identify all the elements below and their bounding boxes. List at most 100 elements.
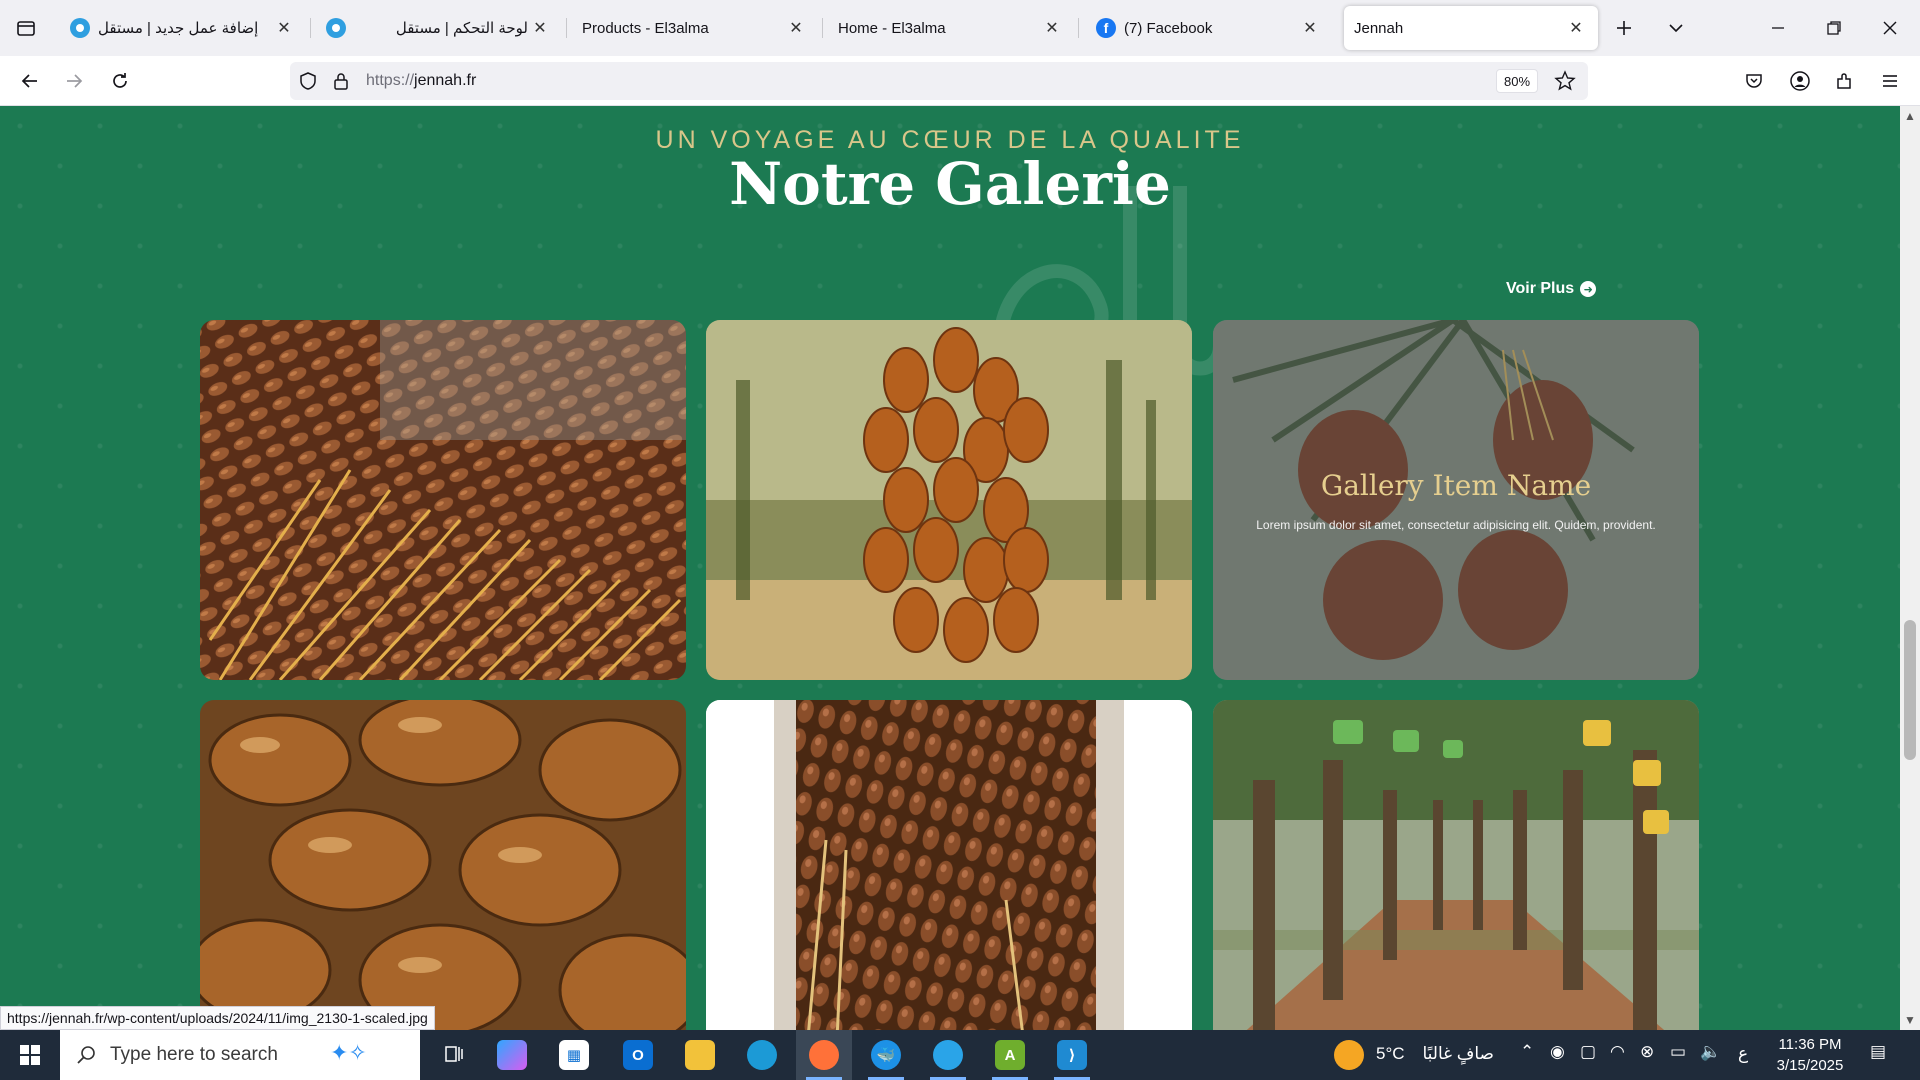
- tab-title: Products - El3alma: [582, 19, 709, 37]
- pocket-icon[interactable]: [1736, 63, 1772, 99]
- chevron-up-icon[interactable]: ⌃: [1520, 1042, 1534, 1062]
- windows-taskbar: Type here to search ✦✧ ▦ O 🐳 A ⟩ 5°C صاف…: [0, 1030, 1920, 1080]
- clock-date: 3/15/2025: [1776, 1057, 1844, 1074]
- chevron-down-icon[interactable]: [1648, 0, 1704, 56]
- tab-separator: [310, 18, 311, 38]
- scroll-up-icon[interactable]: ▲: [1900, 106, 1920, 126]
- arrow-right-circle-icon: ➜: [1580, 281, 1597, 297]
- tab-list-icon[interactable]: [0, 0, 52, 56]
- navigation-toolbar: https://jennah.fr 80%: [0, 56, 1920, 106]
- dates-closeup-photo: [200, 700, 686, 1030]
- tab-separator: [1078, 18, 1079, 38]
- tab-strip: إضافة عمل جديد | مستقل ✕ لوحة التحكم | م…: [0, 0, 1920, 56]
- tab-title: (7) Facebook: [1124, 19, 1213, 37]
- close-icon[interactable]: ✕: [1298, 16, 1322, 40]
- weather-temp[interactable]: 5°C: [1376, 1044, 1405, 1064]
- wifi-icon[interactable]: ◠: [1610, 1042, 1625, 1062]
- mostaql-icon: [326, 18, 346, 38]
- shield-icon[interactable]: [298, 71, 318, 96]
- tab-mostaql-dashboard[interactable]: لوحة التحكم | مستقل ✕: [316, 6, 562, 50]
- facebook-icon: f: [1096, 18, 1116, 38]
- tab-title: Home - El3alma: [838, 19, 946, 37]
- voir-plus-label: Voir Plus: [1506, 280, 1575, 297]
- menu-icon[interactable]: [1872, 63, 1908, 99]
- clock-time: 11:36 PM: [1778, 1036, 1842, 1053]
- gallery-item-hovered[interactable]: Gallery Item Name Lorem ipsum dolor sit …: [1213, 320, 1699, 680]
- firefox-icon[interactable]: [796, 1030, 852, 1080]
- tab-title: Jennah: [1354, 19, 1404, 37]
- url-host: jennah.fr: [414, 72, 477, 89]
- volume-icon[interactable]: 🔈: [1700, 1042, 1721, 1062]
- outlook-icon[interactable]: O: [610, 1030, 666, 1080]
- taskbar-clock[interactable]: 11:36 PM 3/15/2025: [1760, 1034, 1860, 1076]
- copilot-sparkle-icon: ✦✧: [330, 1040, 367, 1065]
- gallery-section: UN VOYAGE AU CŒUR DE LA QUALITE Notre Ga…: [0, 106, 1900, 1030]
- zoom-level-badge[interactable]: 80%: [1496, 69, 1539, 93]
- app-green-icon[interactable]: A: [982, 1030, 1038, 1080]
- microsoft-store-icon[interactable]: ▦: [546, 1030, 602, 1080]
- section-title: Notre Galerie: [729, 150, 1171, 218]
- account-icon[interactable]: [1782, 63, 1818, 99]
- url-scheme: https://: [366, 72, 415, 89]
- lock-icon[interactable]: [332, 71, 350, 96]
- address-bar[interactable]: https://jennah.fr 80%: [290, 62, 1588, 100]
- weather-text[interactable]: صافٍ غالبًا: [1414, 1044, 1494, 1064]
- close-icon[interactable]: ✕: [1564, 16, 1588, 40]
- gallery-item[interactable]: [706, 700, 1192, 1030]
- tab-jennah[interactable]: Jennah ✕: [1344, 6, 1598, 50]
- input-language[interactable]: ع: [1738, 1044, 1748, 1064]
- edge-icon[interactable]: [734, 1030, 790, 1080]
- close-icon[interactable]: ✕: [272, 16, 296, 40]
- docker-icon[interactable]: 🐳: [858, 1030, 914, 1080]
- mostaql-icon: [70, 18, 90, 38]
- page-scrollbar[interactable]: ▲ ▼: [1900, 106, 1920, 1030]
- restore-icon[interactable]: [1806, 0, 1862, 56]
- tab-home[interactable]: Home - El3alma ✕: [828, 6, 1074, 50]
- tab-products[interactable]: Products - El3alma ✕: [572, 6, 818, 50]
- search-placeholder: Type here to search: [110, 1044, 278, 1065]
- back-icon[interactable]: [12, 63, 48, 99]
- gallery-item-overlay: Gallery Item Name Lorem ipsum dolor sit …: [1213, 320, 1699, 680]
- gallery-item[interactable]: [200, 320, 686, 680]
- network-error-icon[interactable]: ⊗: [1640, 1042, 1654, 1062]
- windows-start-icon[interactable]: [0, 1030, 60, 1080]
- gallery-item-name: Gallery Item Name: [1320, 468, 1592, 502]
- app-blue-icon[interactable]: [920, 1030, 976, 1080]
- new-tab-icon[interactable]: [1596, 0, 1652, 56]
- link-status-bar: https://jennah.fr/wp-content/uploads/202…: [0, 1006, 435, 1030]
- url-text[interactable]: https://jennah.fr: [366, 72, 476, 90]
- task-view-icon[interactable]: [426, 1030, 482, 1080]
- tab-separator: [822, 18, 823, 38]
- close-icon[interactable]: ✕: [528, 16, 552, 40]
- battery-icon[interactable]: ▭: [1670, 1042, 1686, 1062]
- dates-box-photo: [706, 700, 1192, 1030]
- gallery-item[interactable]: [200, 700, 686, 1030]
- bookmark-star-icon[interactable]: [1554, 70, 1576, 97]
- scroll-thumb[interactable]: [1904, 620, 1916, 760]
- extensions-icon[interactable]: [1826, 63, 1862, 99]
- close-icon[interactable]: ✕: [1040, 16, 1064, 40]
- gallery-item[interactable]: [706, 320, 1192, 680]
- scroll-down-icon[interactable]: ▼: [1900, 1010, 1920, 1030]
- forward-icon[interactable]: [56, 63, 92, 99]
- tab-title: إضافة عمل جديد | مستقل: [98, 20, 259, 37]
- record-icon[interactable]: ◉: [1550, 1042, 1565, 1062]
- search-icon: [76, 1044, 98, 1071]
- vscode-icon[interactable]: ⟩: [1044, 1030, 1100, 1080]
- gallery-item[interactable]: [1213, 700, 1699, 1030]
- copilot-app-icon[interactable]: [484, 1030, 540, 1080]
- tab-mostaql-add-work[interactable]: إضافة عمل جديد | مستقل ✕: [60, 6, 306, 50]
- reload-icon[interactable]: [102, 63, 138, 99]
- weather-icon[interactable]: [1334, 1040, 1364, 1070]
- close-icon[interactable]: ✕: [784, 16, 808, 40]
- taskbar-search-box[interactable]: Type here to search ✦✧: [60, 1030, 420, 1080]
- meet-icon[interactable]: ▢: [1580, 1042, 1596, 1062]
- file-explorer-icon[interactable]: [672, 1030, 728, 1080]
- notifications-icon[interactable]: ▤: [1870, 1042, 1886, 1062]
- palm-grove-photo: [1213, 700, 1699, 1030]
- minimize-icon[interactable]: [1750, 0, 1806, 56]
- gallery-item-description: Lorem ipsum dolor sit amet, consectetur …: [1256, 517, 1656, 532]
- tab-facebook[interactable]: f (7) Facebook ✕: [1086, 6, 1332, 50]
- voir-plus-link[interactable]: Voir Plus ➜: [1506, 280, 1597, 298]
- close-window-icon[interactable]: [1862, 0, 1918, 56]
